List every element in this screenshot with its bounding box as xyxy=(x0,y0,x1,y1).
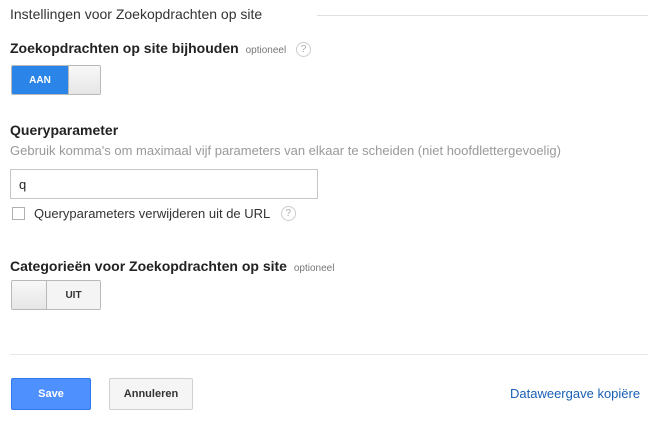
categories-toggle[interactable]: UIT xyxy=(11,280,101,310)
optional-tag: optioneel xyxy=(245,45,287,56)
toggle-off-label: UIT xyxy=(47,281,100,309)
toggle-on-label: AAN xyxy=(12,66,68,94)
optional-tag: optioneel xyxy=(293,263,335,274)
query-hint: Gebruik komma's om maximaal vijf paramet… xyxy=(10,143,561,158)
tracking-label-row: Zoekopdrachten op site bijhouden optione… xyxy=(10,40,312,57)
query-label: Queryparameter xyxy=(10,122,119,138)
section-title: Instellingen voor Zoekopdrachten op site xyxy=(10,6,263,22)
save-button[interactable]: Save xyxy=(11,378,91,410)
tracking-label: Zoekopdrachten op site bijhouden xyxy=(10,40,239,56)
footer-divider xyxy=(10,354,648,355)
title-divider xyxy=(317,15,648,16)
tracking-toggle[interactable]: AAN xyxy=(11,65,101,95)
remove-params-label: Queryparameters verwijderen uit de URL xyxy=(34,206,271,221)
help-icon[interactable]: ? xyxy=(280,206,296,222)
remove-params-row: Queryparameters verwijderen uit de URL ? xyxy=(34,205,296,223)
categories-label: Categorieën voor Zoekopdrachten op site xyxy=(10,258,287,274)
query-parameter-input[interactable] xyxy=(10,169,318,199)
cancel-button[interactable]: Annuleren xyxy=(109,378,193,410)
toggle-knob xyxy=(12,281,47,309)
toggle-knob xyxy=(68,66,100,94)
copy-view-link[interactable]: Dataweergave kopiëre xyxy=(510,386,640,401)
remove-params-checkbox[interactable] xyxy=(12,207,25,220)
help-icon[interactable]: ? xyxy=(296,41,312,57)
categories-label-row: Categorieën voor Zoekopdrachten op site … xyxy=(10,258,334,274)
